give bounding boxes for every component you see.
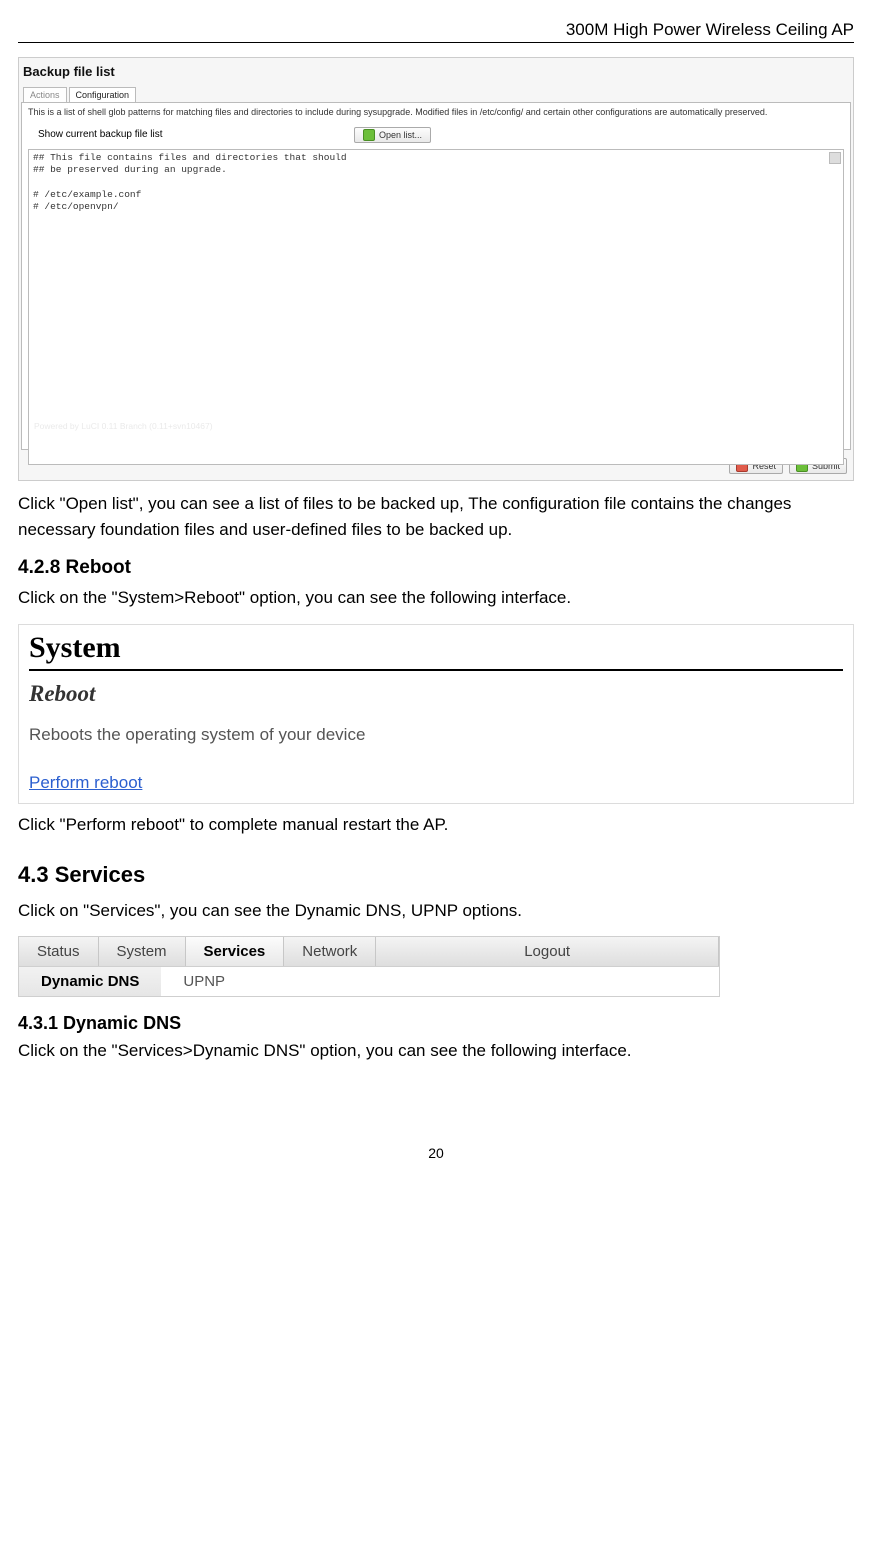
reboot-subheading: Reboot	[29, 681, 843, 707]
list-add-icon	[363, 129, 375, 141]
screenshot-backup-file-list: Backup file list Actions Configuration T…	[18, 57, 854, 481]
page-number: 20	[18, 1145, 854, 1161]
nav-status[interactable]: Status	[19, 937, 99, 966]
paragraph-ddns-intro: Click on the "Services>Dynamic DNS" opti…	[18, 1038, 854, 1064]
reboot-system-heading: System	[29, 631, 843, 671]
tab-configuration[interactable]: Configuration	[69, 87, 137, 102]
tab-body: This is a list of shell glob patterns fo…	[21, 102, 851, 450]
paragraph-services-intro: Click on "Services", you can see the Dyn…	[18, 898, 854, 924]
heading-reboot: 4.2.8 Reboot	[18, 557, 854, 579]
heading-dynamic-dns: 4.3.1 Dynamic DNS	[18, 1013, 854, 1034]
open-list-button[interactable]: Open list...	[354, 127, 431, 143]
luci-footer: Powered by LuCI 0.11 Branch (0.11+svn104…	[34, 421, 844, 431]
backup-file-textarea[interactable]: ## This file contains files and director…	[28, 149, 844, 465]
doc-header: 300M High Power Wireless Ceiling AP	[18, 20, 854, 43]
heading-services: 4.3 Services	[18, 862, 854, 888]
show-list-label: Show current backup file list	[38, 129, 348, 140]
paragraph-reboot-intro: Click on the "System>Reboot" option, you…	[18, 585, 854, 611]
tab-row: Actions Configuration	[23, 87, 851, 102]
perform-reboot-link[interactable]: Perform reboot	[29, 773, 142, 792]
nav-network[interactable]: Network	[284, 937, 376, 966]
screenshot-services-nav: Status System Services Network Logout Dy…	[18, 936, 720, 997]
sub-nav: Dynamic DNS UPNP	[19, 967, 719, 996]
backup-description: This is a list of shell glob patterns fo…	[28, 107, 844, 119]
panel-title: Backup file list	[21, 60, 851, 87]
backup-file-content: ## This file contains files and director…	[33, 152, 347, 212]
reboot-desc: Reboots the operating system of your dev…	[29, 725, 843, 745]
doc-title: 300M High Power Wireless Ceiling AP	[566, 20, 854, 39]
subnav-upnp[interactable]: UPNP	[161, 967, 247, 996]
open-list-label: Open list...	[379, 130, 422, 140]
tab-actions[interactable]: Actions	[23, 87, 67, 102]
subnav-dynamic-dns[interactable]: Dynamic DNS	[19, 967, 161, 996]
scrollbar-handle[interactable]	[829, 152, 841, 164]
paragraph-perform-reboot: Click "Perform reboot" to complete manua…	[18, 812, 854, 838]
screenshot-reboot: System Reboot Reboots the operating syst…	[18, 624, 854, 804]
nav-logout[interactable]: Logout	[376, 937, 719, 966]
nav-system[interactable]: System	[99, 937, 186, 966]
main-nav: Status System Services Network Logout	[19, 937, 719, 967]
paragraph-open-list: Click "Open list", you can see a list of…	[18, 491, 854, 544]
nav-services[interactable]: Services	[186, 937, 285, 966]
